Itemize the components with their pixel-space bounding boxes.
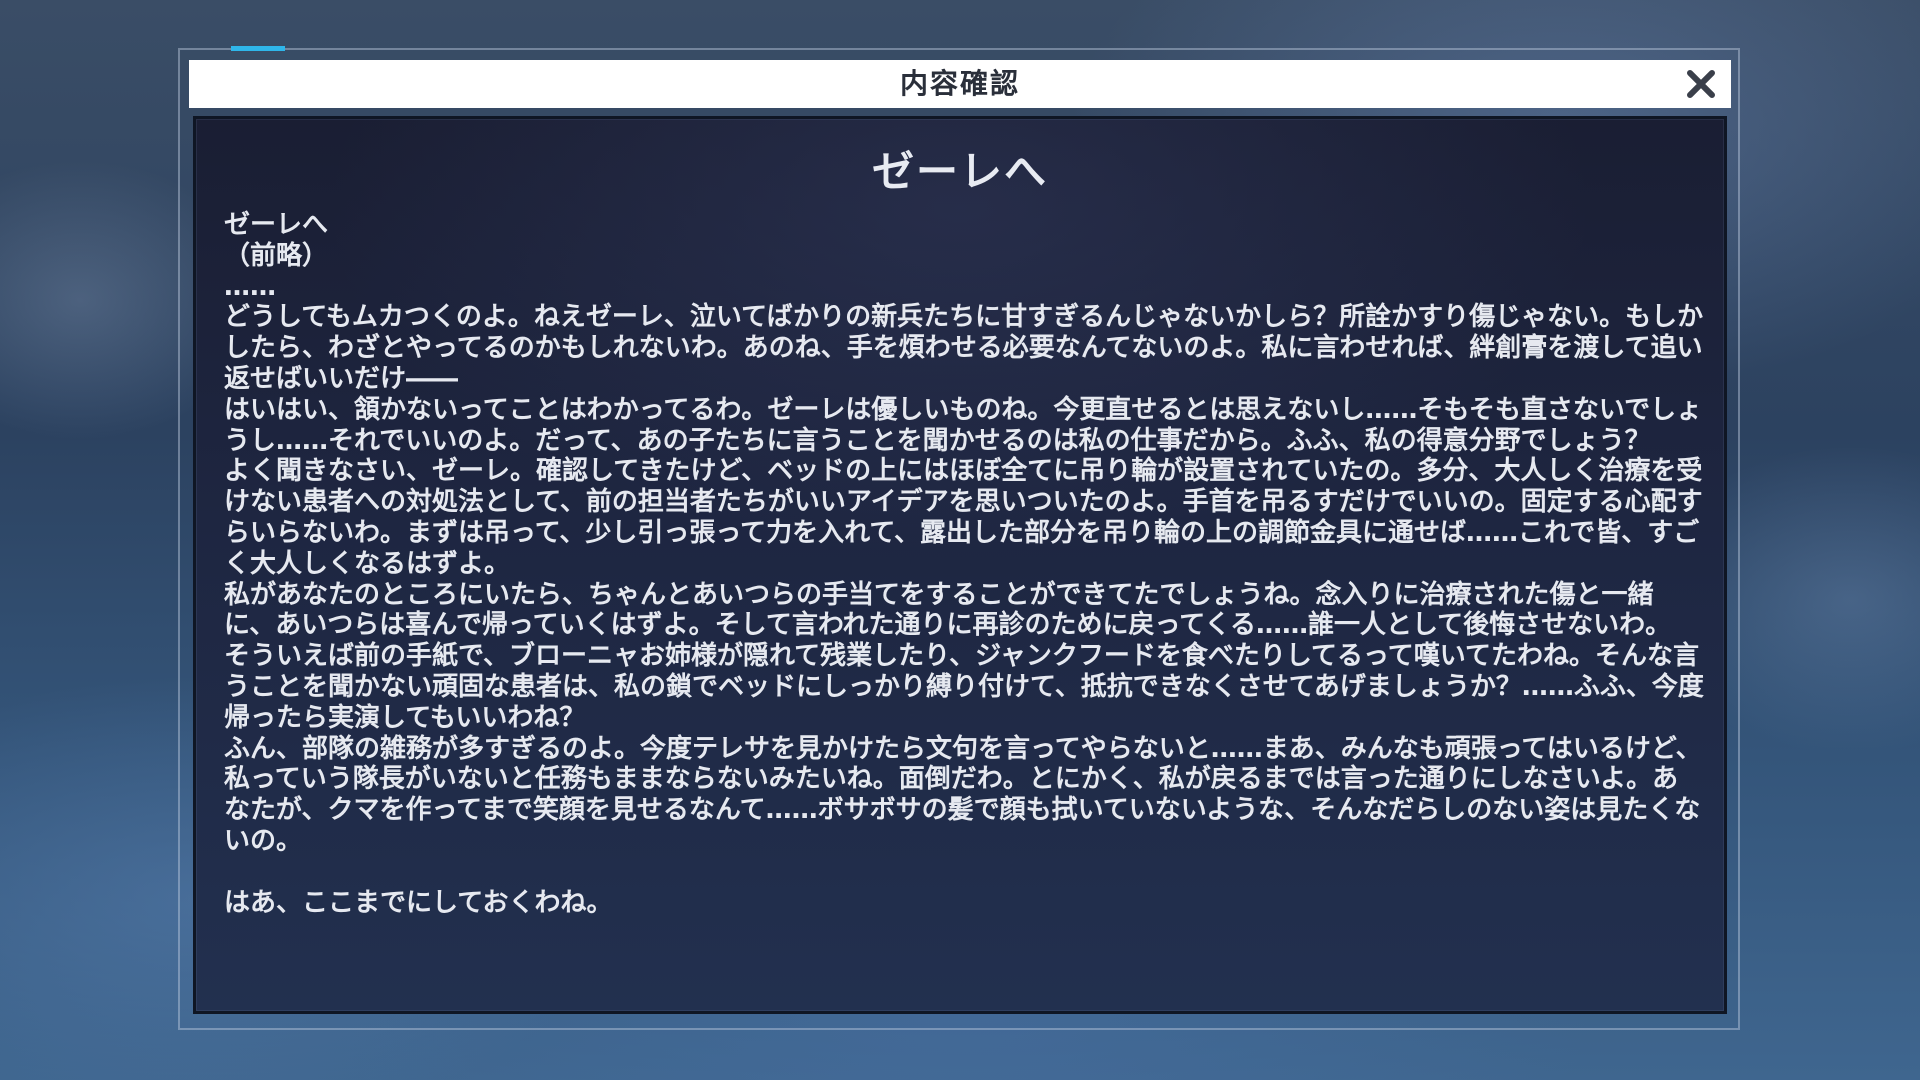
- letter-paragraph: ふん、部隊の雑務が多すぎるのよ。今度テレサを見かけたら文句を言ってやらないと………: [224, 733, 1702, 856]
- dialog-titlebar: 内容確認: [189, 60, 1731, 108]
- dialog-title: 内容確認: [899, 67, 1020, 100]
- letter-ellipsis: ……: [224, 271, 276, 302]
- letter-paragraph: どうしてもムカつくのよ。ねえゼーレ、泣いてばかりの新兵たちに甘すぎるんじゃないか…: [224, 302, 1704, 394]
- letter-paragraph: はいはい、頷かないってことはわかってるわ。ゼーレは優しいものね。今更直せるとは思…: [224, 394, 1703, 456]
- frame-accent-bar: [231, 46, 285, 51]
- letter-preface: （前略）: [224, 240, 329, 271]
- content-confirm-dialog: 内容確認 ゼーレへ ゼーレへ （前略） …… どうしてもムカつくのよ。ねえゼーレ…: [189, 60, 1731, 1018]
- letter-closing: はあ、ここまでにしておくわね。: [224, 887, 613, 918]
- close-button[interactable]: [1681, 64, 1721, 104]
- letter-paragraph: よく聞きなさい、ゼーレ。確認してきたけど、ベッドの上にはほぼ全てに吊り輪が設置さ…: [224, 456, 1703, 579]
- close-icon: [1687, 70, 1715, 98]
- letter-paragraph: そういえば前の手紙で、ブローニャお姉様が隠れて残業したり、ジャンクフードを食べた…: [224, 641, 1704, 733]
- letter-greeting: ゼーレへ: [224, 210, 329, 240]
- letter-paragraph: 私があなたのところにいたら、ちゃんとあいつらの手当てをすることができてたでしょう…: [224, 579, 1672, 641]
- letter-body: ゼーレへ （前略） …… どうしてもムカつくのよ。ねえゼーレ、泣いてばかりの新兵…: [224, 210, 1704, 918]
- letter-heading: ゼーレへ: [871, 147, 1048, 196]
